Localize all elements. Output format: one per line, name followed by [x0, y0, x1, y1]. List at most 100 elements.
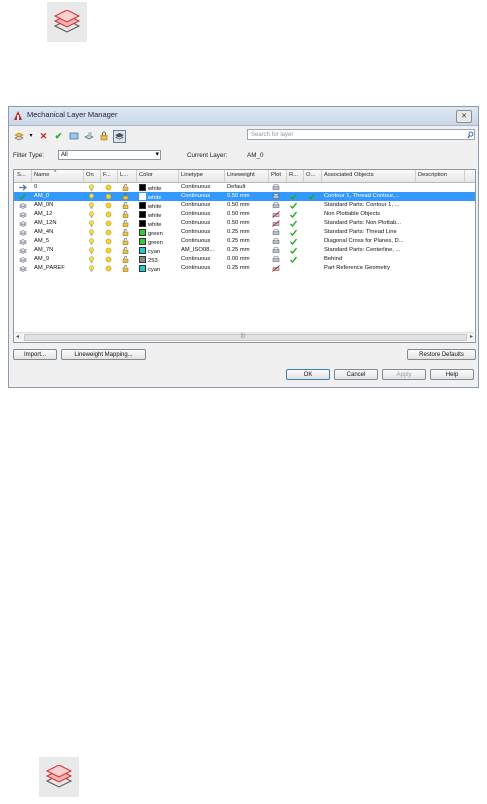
set-current-icon[interactable]: ✔ [53, 131, 64, 142]
r-check-icon[interactable] [290, 211, 297, 218]
layer-color[interactable]: green [139, 229, 177, 237]
col-lineweight[interactable]: Lineweight [227, 172, 255, 178]
lightbulb-icon[interactable] [88, 202, 95, 209]
lightbulb-icon[interactable] [88, 256, 95, 263]
layer-lineweight[interactable]: 0.50 mm [227, 220, 267, 226]
no-plot-icon[interactable] [272, 211, 280, 218]
table-row[interactable]: 0 white Continuous Default [14, 183, 475, 192]
layer-lineweight[interactable]: 0.25 mm [227, 238, 267, 244]
unlock-icon[interactable] [122, 256, 129, 263]
lightbulb-icon[interactable] [88, 211, 95, 218]
ok-button[interactable]: OK [286, 369, 330, 380]
unlock-icon[interactable] [122, 184, 129, 191]
layer-lineweight[interactable]: 0.25 mm [227, 229, 267, 235]
col-divider[interactable] [415, 170, 416, 182]
lightbulb-icon[interactable] [88, 220, 95, 227]
delete-icon[interactable]: ✕ [38, 131, 49, 142]
layer-linetype[interactable]: Continuous [181, 238, 223, 244]
col-divider[interactable] [31, 170, 32, 182]
layer-states-icon[interactable] [68, 131, 79, 142]
layer-color[interactable]: white [139, 220, 177, 228]
freeze-icon[interactable] [83, 131, 94, 142]
col-plot[interactable]: Plot [271, 172, 281, 178]
table-row[interactable]: AM_0N white Continuous 0.50 mm Standard Part… [14, 201, 475, 210]
scrollbar-thumb[interactable]: ||| [24, 333, 467, 341]
layer-lineweight[interactable]: Default [227, 184, 267, 190]
unlock-icon[interactable] [122, 220, 129, 227]
table-row[interactable]: AM_12N white Continuous 0.50 mm Standard Par… [14, 219, 475, 228]
no-plot-icon[interactable] [272, 220, 280, 227]
col-associated-objects[interactable]: Associated Objects [324, 172, 374, 178]
col-divider[interactable] [224, 170, 225, 182]
layer-lineweight[interactable]: 0.00 mm [227, 256, 267, 262]
filter-type-select[interactable]: All ▾ [58, 150, 161, 160]
layer-linetype[interactable]: Continuous [181, 256, 223, 262]
col-color[interactable]: Color [139, 172, 153, 178]
lightbulb-icon[interactable] [88, 184, 95, 191]
unlock-icon[interactable] [122, 238, 129, 245]
close-button[interactable]: ✕ [456, 110, 472, 123]
freeze-sun-icon[interactable] [105, 184, 112, 191]
col-o[interactable]: O... [306, 172, 315, 178]
col-freeze[interactable]: F... [103, 172, 111, 178]
printer-icon[interactable] [272, 229, 280, 236]
layer-color[interactable]: green [139, 238, 177, 246]
layer-color[interactable]: white [139, 211, 177, 219]
layer-lineweight[interactable]: 0.50 mm [227, 193, 267, 199]
col-divider[interactable] [136, 170, 137, 182]
col-description[interactable]: Description [418, 172, 447, 178]
layer-color[interactable]: white [139, 184, 177, 192]
layer-linetype[interactable]: Continuous [181, 184, 223, 190]
lightbulb-icon[interactable] [88, 247, 95, 254]
table-row[interactable]: AM_0 white Continuous 0.50 mm Contour 1, Thr… [14, 192, 475, 201]
layer-lineweight[interactable]: 0.25 mm [227, 265, 267, 271]
new-layer-icon[interactable] [13, 131, 24, 142]
printer-icon[interactable] [272, 193, 280, 200]
freeze-sun-icon[interactable] [105, 247, 112, 254]
layer-linetype[interactable]: AM_ISO08... [181, 247, 223, 253]
col-divider[interactable] [286, 170, 287, 182]
layer-lineweight[interactable]: 0.50 mm [227, 202, 267, 208]
layer-linetype[interactable]: Continuous [181, 220, 223, 226]
printer-icon[interactable] [272, 184, 280, 191]
horizontal-scrollbar[interactable]: ◂ ||| ▸ [15, 332, 474, 341]
search-input[interactable]: Search for layer [247, 129, 475, 140]
col-lock[interactable]: L... [120, 172, 128, 178]
col-divider[interactable] [117, 170, 118, 182]
col-divider[interactable] [268, 170, 269, 182]
r-check-icon[interactable] [290, 238, 297, 245]
col-on[interactable]: On [86, 172, 94, 178]
col-r[interactable]: R... [289, 172, 298, 178]
freeze-sun-icon[interactable] [105, 256, 112, 263]
col-status[interactable]: S... [17, 172, 26, 178]
unlock-icon[interactable] [122, 265, 129, 272]
layer-linetype[interactable]: Continuous [181, 211, 223, 217]
col-divider[interactable] [178, 170, 179, 182]
lightbulb-icon[interactable] [88, 265, 95, 272]
scroll-right-icon[interactable]: ▸ [470, 333, 473, 340]
freeze-sun-icon[interactable] [105, 265, 112, 272]
layer-color[interactable]: 253 [139, 256, 177, 264]
col-divider[interactable] [464, 170, 465, 182]
layer-color[interactable]: cyan [139, 247, 177, 255]
no-plot-icon[interactable] [272, 265, 280, 272]
layer-linetype[interactable]: Continuous [181, 229, 223, 235]
lightbulb-icon[interactable] [88, 193, 95, 200]
printer-icon[interactable] [272, 202, 280, 209]
unlock-icon[interactable] [122, 247, 129, 254]
col-divider[interactable] [321, 170, 322, 182]
freeze-sun-icon[interactable] [105, 229, 112, 236]
layer-linetype[interactable]: Continuous [181, 202, 223, 208]
layer-linetype[interactable]: Continuous [181, 193, 223, 199]
printer-icon[interactable] [272, 256, 280, 263]
layer-color[interactable]: white [139, 202, 177, 210]
freeze-sun-icon[interactable] [105, 238, 112, 245]
layer-lineweight[interactable]: 0.25 mm [227, 247, 267, 253]
freeze-sun-icon[interactable] [105, 193, 112, 200]
freeze-sun-icon[interactable] [105, 211, 112, 218]
unlock-icon[interactable] [122, 211, 129, 218]
r-check-icon[interactable] [290, 193, 297, 200]
r-check-icon[interactable] [290, 229, 297, 236]
col-divider[interactable] [83, 170, 84, 182]
r-check-icon[interactable] [290, 202, 297, 209]
